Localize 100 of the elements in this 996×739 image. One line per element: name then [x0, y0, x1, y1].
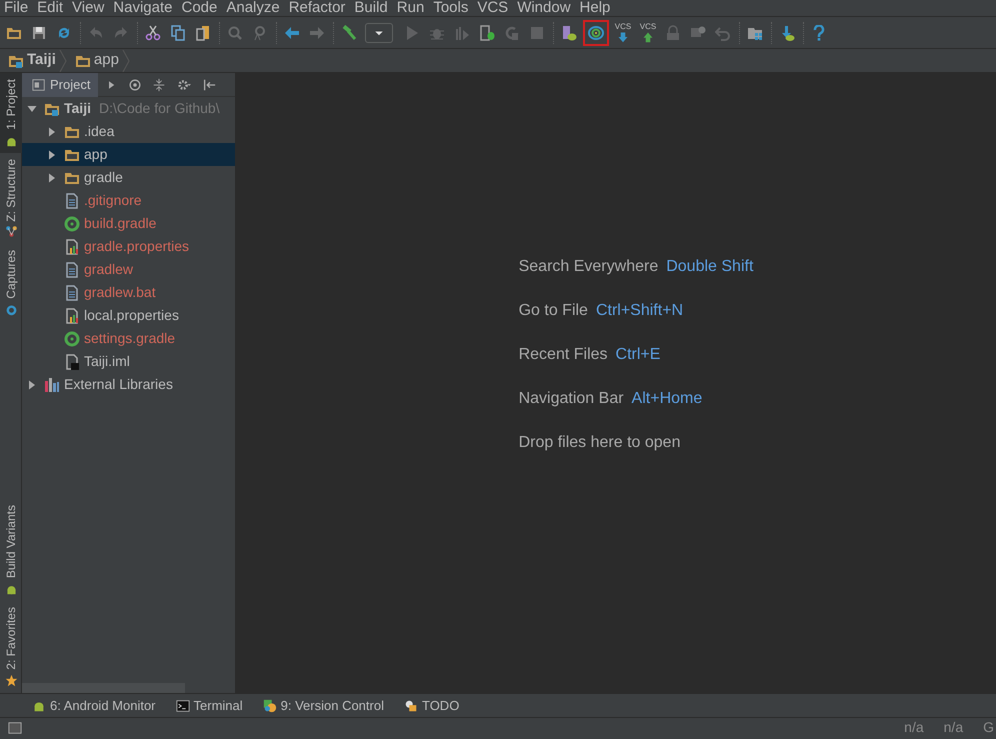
hint-text: Drop files here to open [518, 434, 680, 451]
redo-arrow-icon [113, 24, 129, 40]
tool-window-button[interactable]: TODO [404, 696, 460, 716]
item-label: gradle.properties [84, 237, 190, 256]
tree-item[interactable]: app [22, 143, 235, 166]
tree-item[interactable]: settings.gradle [22, 327, 235, 350]
status-text: G [983, 718, 994, 737]
menu-item[interactable]: Navigate [113, 0, 178, 16]
item-label: .idea [84, 122, 114, 141]
tool-window-button[interactable]: 6: Android Monitor [32, 696, 156, 716]
right-arrow-icon [309, 24, 325, 40]
phone-android-icon [561, 24, 577, 40]
tree-item[interactable]: local.properties [22, 304, 235, 327]
menu-item[interactable]: Build [354, 0, 394, 16]
item-label: .gitignore [84, 191, 142, 210]
revert-icon [715, 24, 731, 40]
tool-window-tab[interactable]: Build Variants [0, 499, 22, 602]
panel-icon [32, 78, 46, 92]
lock-icon [665, 24, 681, 40]
download-android-icon [779, 24, 795, 40]
tool-window-tab[interactable]: 1: Project [0, 73, 22, 153]
tree-item[interactable]: Taiji.iml [22, 350, 235, 373]
tree-item[interactable]: gradlew.bat [22, 281, 235, 304]
item-label: External Libraries [64, 375, 173, 394]
hint-text: Go to File [518, 302, 588, 319]
up-arrow-icon [642, 30, 654, 42]
menu-item[interactable]: Analyze [226, 0, 286, 16]
hide-panel-icon [202, 78, 216, 92]
module-file-icon [64, 354, 80, 370]
undo-arrow-icon [88, 24, 104, 40]
menu-item[interactable]: Code [181, 0, 224, 16]
breadcrumb[interactable]: Taiji [8, 49, 67, 72]
horizontal-scrollbar[interactable] [22, 683, 185, 693]
chevron-icon [122, 50, 130, 72]
tree-item[interactable]: .idea [22, 120, 235, 143]
hint-text: Search Everywhere [518, 258, 658, 275]
path-text: D:\Code for Github\ [98, 99, 220, 118]
shortcut-link[interactable]: Ctrl+E [616, 346, 660, 363]
tool-window-tab[interactable]: Z: Structure [0, 152, 22, 244]
tool-window-button[interactable]: Terminal [176, 696, 243, 716]
question-mark-icon [811, 24, 827, 40]
tree-item[interactable]: .gitignore [22, 189, 235, 212]
tree-item[interactable]: Taiji D:\Code for Github\ [22, 97, 235, 120]
settings-icon [176, 78, 192, 92]
down-arrow-icon [617, 30, 629, 42]
copy-icon [170, 24, 186, 40]
item-label: Taiji.iml [84, 352, 130, 371]
version-control-icon [262, 698, 277, 712]
project-view-dropdown[interactable]: Project [22, 72, 98, 96]
sync-circle-icon [588, 24, 604, 40]
play-icon [404, 24, 420, 40]
shortcut-link[interactable]: Alt+Home [632, 390, 702, 407]
menu-item[interactable]: View [72, 0, 110, 16]
menu-item[interactable]: Refactor [288, 0, 352, 16]
tree-item[interactable]: build.gradle [22, 212, 235, 235]
menu-item[interactable]: Tools [433, 0, 474, 16]
run-configuration-dropdown[interactable] [365, 22, 393, 42]
bars-play-icon [454, 24, 470, 40]
item-label: settings.gradle [84, 329, 176, 348]
left-arrow-icon [284, 24, 300, 40]
shortcut-link[interactable]: Double Shift [666, 258, 754, 275]
shortcut-link[interactable]: Ctrl+Shift+N [596, 302, 684, 319]
menu-item[interactable]: Window [517, 0, 577, 16]
properties-file-icon [64, 308, 80, 324]
gradle-icon [64, 330, 80, 346]
paste-icon [195, 24, 211, 40]
tree-item[interactable]: External Libraries [22, 373, 235, 396]
file-icon [64, 262, 80, 278]
star-icon [4, 674, 18, 687]
toolbar-button[interactable] [583, 20, 609, 46]
status-text: n/a [904, 718, 924, 737]
vcs-commit-button[interactable]: VCS [637, 22, 659, 42]
menu-item[interactable]: Edit [37, 0, 70, 16]
tree-item[interactable]: gradle.properties [22, 235, 235, 258]
tool-window-tab[interactable]: Captures [0, 244, 22, 322]
vcs-update-button[interactable]: VCS [612, 22, 634, 42]
item-label: Taiji [64, 99, 91, 118]
menu-item[interactable]: Help [580, 0, 616, 16]
rerun-icon [504, 24, 520, 40]
terminal-icon [176, 698, 190, 712]
menu-item[interactable]: Run [396, 0, 430, 16]
camera-icon [4, 303, 18, 316]
tree-item[interactable]: gradle [22, 166, 235, 189]
stop-icon [529, 24, 545, 40]
item-label: local.properties [84, 306, 179, 325]
tool-window-button[interactable]: 9: Version Control [262, 696, 384, 716]
menu-item[interactable]: File [4, 0, 34, 16]
tool-window-tab[interactable]: 2: Favorites [0, 601, 22, 693]
locate-icon [128, 78, 142, 92]
item-label: gradlew.bat [84, 283, 156, 302]
properties-file-icon [64, 238, 80, 254]
file-icon [64, 192, 80, 208]
file-icon [64, 284, 80, 300]
menu-item[interactable]: VCS [477, 0, 514, 16]
structure-icon [4, 225, 18, 238]
hint-text: Recent Files [518, 346, 608, 363]
tree-item[interactable]: gradlew [22, 258, 235, 281]
item-label: build.gradle [84, 214, 156, 233]
gradle-icon [64, 216, 80, 232]
breadcrumb[interactable]: app [74, 49, 130, 72]
